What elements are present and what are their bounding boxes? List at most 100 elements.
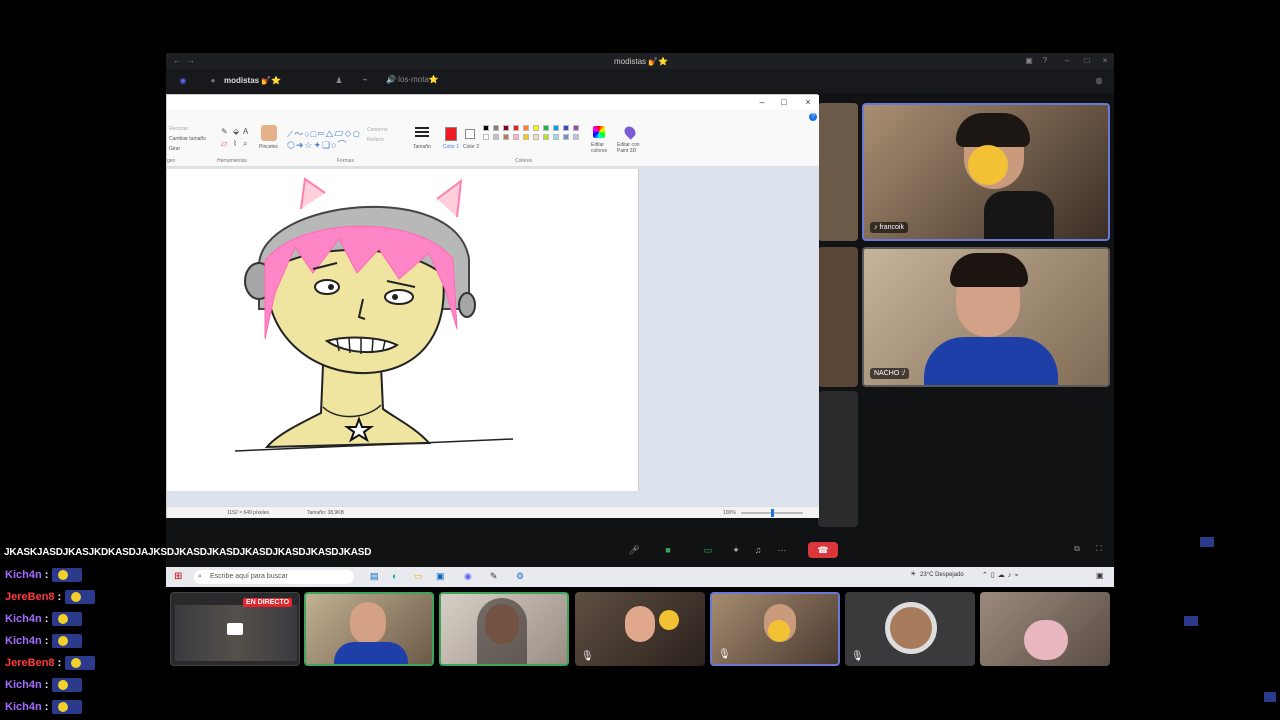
participant-thumbnail[interactable]: [439, 592, 569, 666]
color1-swatch[interactable]: [445, 127, 457, 141]
chat-username[interactable]: JereBen8: [5, 657, 55, 669]
palette-swatch[interactable]: [503, 134, 509, 140]
participant-thumbnail[interactable]: 🎙︎: [575, 592, 705, 666]
eraser-icon[interactable]: ▱: [221, 139, 227, 148]
chat-username[interactable]: Kich4n: [5, 701, 42, 713]
minimize-icon[interactable]: –: [751, 96, 773, 108]
brushes-icon[interactable]: [261, 125, 277, 141]
resize-button[interactable]: Cambiar tamaño: [169, 136, 206, 142]
help-icon[interactable]: ?: [809, 113, 817, 121]
people-icon[interactable]: ♟: [334, 76, 344, 86]
system-tray-icons[interactable]: ⌃▯☁♪⌁: [982, 571, 1021, 579]
chat-username[interactable]: Kich4n: [5, 613, 42, 625]
windows-start-icon[interactable]: ⊞: [174, 571, 182, 582]
stream-preview-tile[interactable]: EN DIRECTO: [170, 592, 300, 666]
edge-icon[interactable]: ◐: [392, 571, 397, 581]
color2-swatch[interactable]: [465, 129, 475, 139]
inbox-icon[interactable]: ▣: [1024, 56, 1034, 66]
participant-thumbnail[interactable]: 🎙︎: [710, 592, 840, 666]
close-icon[interactable]: ×: [1100, 56, 1110, 66]
fill-icon[interactable]: ⬙: [233, 127, 239, 136]
edit-colors-button[interactable]: Editar colores: [591, 142, 613, 154]
palette-swatch[interactable]: [553, 134, 559, 140]
palette-swatch[interactable]: [553, 125, 559, 131]
crop-button[interactable]: Recortar: [169, 126, 188, 132]
help-icon[interactable]: ?: [1040, 56, 1050, 66]
size-icon[interactable]: [415, 127, 429, 139]
palette-swatch[interactable]: [503, 125, 509, 131]
participant-thumbnail[interactable]: [304, 592, 434, 666]
camera-icon[interactable]: ■: [660, 542, 676, 558]
discord-taskbar-icon[interactable]: ◉: [464, 571, 472, 582]
palette-swatch[interactable]: [533, 125, 539, 131]
fill-button[interactable]: Relleno: [367, 137, 384, 143]
video-tile-partial[interactable]: [818, 103, 858, 241]
maximize-icon[interactable]: □: [773, 96, 795, 108]
server-name[interactable]: modistas 💅⭐: [224, 76, 281, 85]
size-button[interactable]: Tamaño: [413, 144, 431, 150]
maximize-icon[interactable]: □: [1082, 56, 1092, 66]
channel-name[interactable]: 🔊 los-mota⭐: [386, 75, 439, 84]
brushes-button[interactable]: Pinceles: [259, 144, 278, 150]
palette-swatch[interactable]: [513, 134, 519, 140]
palette-swatch[interactable]: [493, 125, 499, 131]
microphone-icon[interactable]: 🎤︎: [626, 542, 642, 558]
palette-swatch[interactable]: [563, 134, 569, 140]
chat-username[interactable]: Kich4n: [5, 635, 42, 647]
zoom-slider-thumb[interactable]: [771, 509, 774, 517]
popout-icon[interactable]: ⧉: [1072, 544, 1082, 554]
pencil-icon[interactable]: ✎: [221, 127, 228, 136]
participant-video-tile[interactable]: ♪ francoik: [862, 103, 1110, 241]
discord-logo-icon[interactable]: ◉: [178, 76, 188, 86]
palette-swatch[interactable]: [573, 134, 579, 140]
paint-taskbar-icon[interactable]: ✎: [490, 571, 498, 582]
screen-share-icon[interactable]: ▭: [700, 542, 716, 558]
palette-swatch[interactable]: [563, 125, 569, 131]
palette-swatch[interactable]: [533, 134, 539, 140]
palette-swatch[interactable]: [493, 134, 499, 140]
palette-swatch[interactable]: [543, 134, 549, 140]
participant-avatar-tile[interactable]: 🎙︎: [845, 592, 975, 666]
forward-arrow-icon[interactable]: →: [186, 56, 196, 66]
back-arrow-icon[interactable]: ←: [172, 56, 182, 66]
steam-icon[interactable]: ⚙: [516, 571, 524, 582]
palette-swatch[interactable]: [543, 125, 549, 131]
drawing-canvas[interactable]: [167, 169, 639, 491]
text-icon[interactable]: A: [243, 127, 248, 136]
activities-icon[interactable]: ✦: [728, 542, 744, 558]
chat-icon[interactable]: ◍: [1094, 76, 1104, 86]
outline-button[interactable]: Contorno: [367, 127, 388, 133]
store-icon[interactable]: ▣: [436, 571, 445, 582]
participant-thumbnail[interactable]: [980, 592, 1110, 666]
video-tile-partial[interactable]: [818, 391, 858, 527]
video-tile-partial[interactable]: [818, 247, 858, 387]
participant-video-tile[interactable]: NACHO :/: [862, 247, 1110, 387]
soundboard-icon[interactable]: ♫: [750, 542, 766, 558]
palette-swatch[interactable]: [573, 125, 579, 131]
task-view-icon[interactable]: ▤: [370, 571, 379, 582]
chat-username[interactable]: JereBen8: [5, 591, 55, 603]
rotate-button[interactable]: Girar: [169, 146, 180, 152]
chat-username[interactable]: Kich4n: [5, 569, 42, 581]
fullscreen-icon[interactable]: ⛶: [1094, 544, 1104, 554]
notification-icon[interactable]: ▣: [1096, 571, 1104, 580]
palette-swatch[interactable]: [513, 125, 519, 131]
disconnect-button[interactable]: ☎: [808, 542, 838, 558]
shapes-gallery-row2[interactable]: ⬡➜☆✦❏○⌒: [287, 138, 348, 151]
palette-swatch[interactable]: [523, 125, 529, 131]
weather-text[interactable]: 23°C Despejado: [920, 572, 964, 578]
file-explorer-icon[interactable]: ▭: [414, 571, 423, 582]
edit-colors-icon[interactable]: [593, 126, 605, 138]
paint3d-icon[interactable]: [622, 124, 638, 140]
close-icon[interactable]: ×: [797, 96, 819, 108]
palette-swatch[interactable]: [483, 125, 489, 131]
minimize-icon[interactable]: –: [1062, 56, 1072, 66]
palette-swatch[interactable]: [483, 134, 489, 140]
more-options-icon[interactable]: ⋯: [774, 542, 790, 558]
color-picker-icon[interactable]: ⌇: [233, 139, 237, 148]
chat-username[interactable]: Kich4n: [5, 679, 42, 691]
taskbar-search-input[interactable]: ⌕ Escribe aquí para buscar: [194, 570, 354, 584]
magnifier-icon[interactable]: ⌕: [243, 139, 247, 149]
paint3d-button[interactable]: Editar con Paint 3D: [617, 142, 647, 154]
palette-swatch[interactable]: [523, 134, 529, 140]
